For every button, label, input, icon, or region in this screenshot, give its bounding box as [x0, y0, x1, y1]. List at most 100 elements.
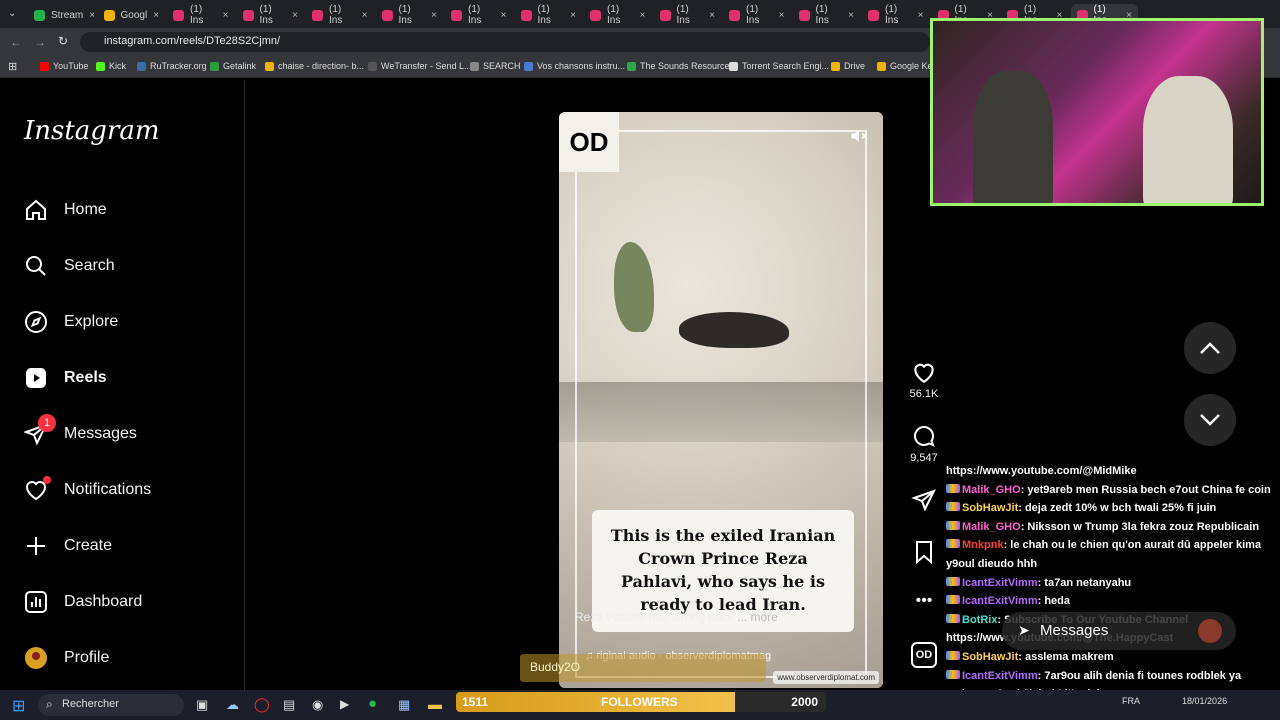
- tab-label: (1) Ins: [190, 4, 204, 26]
- taskbar-search[interactable]: ⌕ Rechercher: [38, 694, 184, 716]
- bookmark-item[interactable]: YouTube: [40, 61, 88, 71]
- browser-tab[interactable]: (1) Ins ×: [306, 4, 374, 26]
- bookmark-item[interactable]: chaise - direction- b...: [265, 61, 364, 71]
- close-tab-icon[interactable]: ×: [292, 10, 298, 21]
- chevron-down-icon: [1200, 414, 1220, 426]
- tab-label: Googl: [120, 9, 148, 21]
- share-button[interactable]: [906, 488, 942, 516]
- close-tab-icon[interactable]: ×: [431, 10, 437, 21]
- bookmark-favicon-icon: [831, 61, 840, 71]
- audio-avatar[interactable]: OD: [906, 642, 942, 668]
- followers-current: 1511: [462, 695, 489, 709]
- bookmark-item[interactable]: Drive: [831, 61, 865, 71]
- tab-label: (1) Ins: [885, 4, 899, 26]
- task-view-icon[interactable]: ▣: [196, 697, 208, 713]
- tab-favicon-icon: [173, 9, 184, 21]
- bookmark-item[interactable]: Kick: [96, 61, 126, 71]
- more-options-icon[interactable]: •••: [906, 592, 942, 610]
- reel-description[interactable]: Reza Pahlavi has strong back ... more: [575, 610, 778, 624]
- sidebar-item-label: Create: [64, 537, 113, 554]
- browser-tab[interactable]: (1) Ins ×: [654, 4, 722, 26]
- buddy-overlay: Buddy2O: [520, 654, 766, 682]
- bookmark-item[interactable]: Getalink: [210, 61, 256, 71]
- save-button[interactable]: [906, 540, 942, 568]
- spotify-icon[interactable]: ●: [368, 695, 377, 712]
- forward-icon[interactable]: →: [34, 35, 46, 49]
- close-tab-icon[interactable]: ×: [779, 10, 785, 21]
- bookmark-item[interactable]: SEARCH: [470, 61, 521, 71]
- sidebar-item-dashboard[interactable]: Dashboard: [24, 584, 142, 620]
- close-tab-icon[interactable]: ×: [640, 10, 646, 21]
- widgets-icon[interactable]: ☁: [226, 697, 239, 713]
- bookmark-label: Vos chansons instru...: [537, 61, 626, 71]
- apps-grid-icon[interactable]: ⊞: [8, 60, 17, 73]
- instagram-logo[interactable]: Instagram: [24, 116, 160, 146]
- obs-icon[interactable]: ◉: [312, 697, 323, 713]
- close-tab-icon[interactable]: ×: [918, 10, 924, 21]
- app-icon[interactable]: ▤: [283, 697, 295, 713]
- comment-button[interactable]: 9,547: [906, 424, 942, 464]
- back-icon[interactable]: ←: [10, 35, 22, 49]
- bookmark-item[interactable]: Vos chansons instru...: [524, 61, 625, 71]
- close-tab-icon[interactable]: ×: [223, 10, 229, 21]
- windows-start-icon[interactable]: ⊞: [12, 696, 25, 716]
- tab-label: (1) Ins: [537, 4, 551, 26]
- opera-icon[interactable]: ◯: [254, 696, 270, 713]
- browser-tab[interactable]: (1) Ins ×: [237, 4, 305, 26]
- bookmark-favicon-icon: [40, 61, 49, 71]
- browser-tab[interactable]: (1) Ins ×: [445, 4, 513, 26]
- chat-badge-icon: [946, 669, 960, 679]
- chat-message: IcantExitVimm: 7ar9ou alih denia fi toun…: [946, 667, 1280, 690]
- language-indicator[interactable]: FRA: [1122, 696, 1140, 706]
- sidebar-item-label: Messages: [64, 425, 137, 442]
- chat-message: Malik_GHO: yet9areb men Russia bech e7ou…: [946, 481, 1280, 500]
- next-reel-button[interactable]: [1184, 394, 1236, 446]
- browser-tab[interactable]: Stream ×: [28, 4, 96, 26]
- sidebar-item-notifications[interactable]: Notifications: [24, 472, 151, 508]
- tab-label: (1) Ins: [607, 4, 621, 26]
- previous-reel-button[interactable]: [1184, 322, 1236, 374]
- close-tab-icon[interactable]: ×: [848, 10, 854, 21]
- sidebar-item-create[interactable]: Create: [24, 528, 112, 564]
- live-icon[interactable]: ▶: [340, 697, 349, 711]
- messages-pill[interactable]: ➤ Messages: [1002, 612, 1236, 650]
- more-link[interactable]: ... more: [737, 610, 778, 624]
- close-tab-icon[interactable]: ×: [709, 10, 715, 21]
- tab-search-icon[interactable]: ⌄: [8, 8, 16, 19]
- browser-tab[interactable]: (1) Ins ×: [584, 4, 652, 26]
- sidebar-item-reels[interactable]: Reels: [24, 360, 107, 396]
- close-tab-icon[interactable]: ×: [362, 10, 368, 21]
- close-tab-icon[interactable]: ×: [89, 10, 95, 21]
- like-button[interactable]: 56.1K: [906, 360, 942, 400]
- browser-tab[interactable]: (1) Ins ×: [793, 4, 861, 26]
- bookmark-item[interactable]: RuTracker.org: [137, 61, 207, 71]
- browser-tab[interactable]: (1) Ins ×: [515, 4, 583, 26]
- browser-tab[interactable]: (1) Ins ×: [723, 4, 791, 26]
- browser-tab[interactable]: (1) Ins ×: [376, 4, 444, 26]
- sidebar-item-search[interactable]: Search: [24, 248, 115, 284]
- bookmark-item[interactable]: Torrent Search Engi...: [729, 61, 829, 71]
- browser-tab[interactable]: (1) Ins ×: [167, 4, 235, 26]
- sidebar-item-home[interactable]: Home: [24, 192, 107, 228]
- bookmark-item[interactable]: The Sounds Resource: [627, 61, 730, 71]
- mute-icon[interactable]: [849, 126, 869, 146]
- bookmark-item[interactable]: WeTransfer - Send L...: [368, 61, 472, 71]
- clock-date[interactable]: 18/01/2026: [1182, 696, 1227, 706]
- sidebar-item-explore[interactable]: Explore: [24, 304, 118, 340]
- streamer-right: [1143, 76, 1233, 203]
- sidebar-item-messages[interactable]: 1 Messages: [23, 414, 137, 452]
- close-tab-icon[interactable]: ×: [153, 10, 159, 21]
- reel-video[interactable]: OD This is the exiled Iranian Crown Prin…: [559, 112, 883, 688]
- close-tab-icon[interactable]: ×: [570, 10, 576, 21]
- photos-icon[interactable]: ▦: [398, 697, 410, 713]
- address-bar[interactable]: instagram.com/reels/DTe28S2Cjmn/: [80, 32, 930, 52]
- folder-icon[interactable]: ▬: [428, 696, 442, 712]
- close-tab-icon[interactable]: ×: [501, 10, 507, 21]
- chat-badge-icon: [946, 576, 960, 586]
- bookmark-item[interactable]: Google Kee: [877, 61, 938, 71]
- browser-tab[interactable]: Googl ×: [98, 4, 166, 26]
- search-icon: [24, 254, 48, 278]
- reload-icon[interactable]: ↻: [58, 34, 68, 48]
- browser-tab[interactable]: (1) Ins ×: [862, 4, 930, 26]
- sidebar-item-profile[interactable]: Profile: [24, 640, 109, 676]
